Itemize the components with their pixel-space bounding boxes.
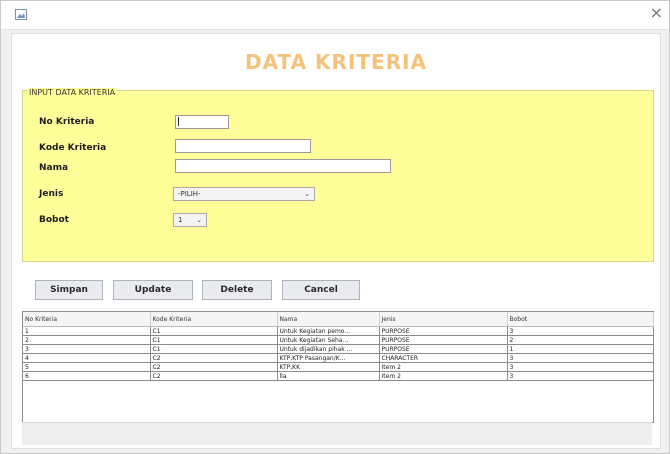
table-cell: Item 2 (379, 362, 508, 372)
update-button[interactable]: Update (113, 280, 193, 300)
table-cell: PURPOSE (379, 326, 508, 336)
table-row[interactable]: 4 C2 KTP,KTP Pasangan/K... CHARACTER 3 (23, 353, 654, 363)
bobot-select[interactable]: 1 ⌄ (173, 213, 207, 227)
table-cell: C2 (150, 353, 278, 363)
table-cell: CHARACTER (379, 353, 508, 363)
page-title: DATA KRITERIA (244, 50, 428, 74)
nama-input[interactable] (175, 159, 391, 173)
table-cell: 3 (507, 353, 654, 363)
main-content: DATA KRITERIA INPUT DATA KRITERIA No Kri… (11, 33, 661, 449)
column-header[interactable]: Bobot (507, 312, 654, 327)
table-cell: 3 (507, 362, 654, 372)
table-cell: 3 (23, 344, 151, 354)
table-cell: 1 (23, 326, 151, 336)
column-header[interactable]: Nama (277, 312, 380, 327)
jenis-select[interactable]: -PILIH- ⌄ (173, 187, 315, 201)
table-header-row: No Kriteria Kode Kriteria Nama Jenis Bob… (23, 312, 654, 327)
text-caret (178, 117, 179, 126)
table-row[interactable]: 2 C1 Untuk Kegiatan Seha... PURPOSE 2 (23, 335, 654, 345)
kriteria-table[interactable]: No Kriteria Kode Kriteria Nama Jenis Bob… (22, 311, 654, 423)
table-cell: C1 (150, 335, 278, 345)
table-row[interactable]: 5 C2 KTP,KK Item 2 3 (23, 362, 654, 372)
table-cell: 3 (507, 371, 654, 381)
table-cell: 2 (507, 335, 654, 345)
table-cell: KTP,KTP Pasangan/K... (277, 353, 380, 363)
table-cell: Untuk Kegiatan Seha... (277, 335, 380, 345)
table-cell: 3 (507, 326, 654, 336)
cancel-button[interactable]: Cancel (282, 280, 360, 300)
table-cell: 2 (23, 335, 151, 345)
title-bar: × (1, 1, 669, 30)
delete-button[interactable]: Delete (202, 280, 272, 300)
table-cell: Untuk Kegiatan pemo... (277, 326, 380, 336)
table-row[interactable]: 3 C1 Untuk dijadikan pihak ... PURPOSE 1 (23, 344, 654, 354)
chevron-down-icon: ⌄ (304, 190, 310, 198)
chevron-down-icon: ⌄ (196, 216, 202, 224)
app-icon (15, 9, 27, 20)
no-kriteria-input[interactable] (175, 115, 229, 129)
table-cell: PURPOSE (379, 335, 508, 345)
app-window: × DATA KRITERIA INPUT DATA KRITERIA No K… (0, 0, 670, 454)
table-cell: 5 (23, 362, 151, 372)
input-panel: INPUT DATA KRITERIA No Kriteria Kode Kri… (22, 88, 654, 262)
column-header[interactable]: Jenis (379, 312, 508, 327)
table-footer-area (22, 422, 652, 445)
bobot-selected-value: 1 (178, 216, 183, 224)
kode-kriteria-label: Kode Kriteria (39, 143, 107, 153)
jenis-label: Jenis (39, 189, 64, 199)
table-cell: 6 (23, 371, 151, 381)
panel-title: INPUT DATA KRITERIA (27, 88, 118, 97)
kode-kriteria-input[interactable] (175, 139, 311, 153)
table-cell: lla (277, 371, 380, 381)
nama-label: Nama (39, 163, 69, 173)
table-cell: C2 (150, 371, 278, 381)
jenis-selected-value: -PILIH- (178, 190, 201, 198)
table-cell: 1 (507, 344, 654, 354)
close-icon[interactable]: × (650, 5, 663, 21)
table-row[interactable]: 1 C1 Untuk Kegiatan pemo... PURPOSE 3 (23, 326, 654, 336)
bobot-label: Bobot (39, 215, 69, 225)
column-header[interactable]: No Kriteria (23, 312, 151, 327)
table-cell: C2 (150, 362, 278, 372)
table-cell: 4 (23, 353, 151, 363)
table-cell: Untuk dijadikan pihak ... (277, 344, 380, 354)
column-header[interactable]: Kode Kriteria (150, 312, 278, 327)
table-cell: C1 (150, 326, 278, 336)
table-cell: C1 (150, 344, 278, 354)
table-cell: Item 2 (379, 371, 508, 381)
table-cell: KTP,KK (277, 362, 380, 372)
no-kriteria-label: No Kriteria (39, 117, 95, 127)
simpan-button[interactable]: Simpan (35, 280, 103, 300)
table-row[interactable]: 6 C2 lla Item 2 3 (23, 371, 654, 381)
table-cell: PURPOSE (379, 344, 508, 354)
